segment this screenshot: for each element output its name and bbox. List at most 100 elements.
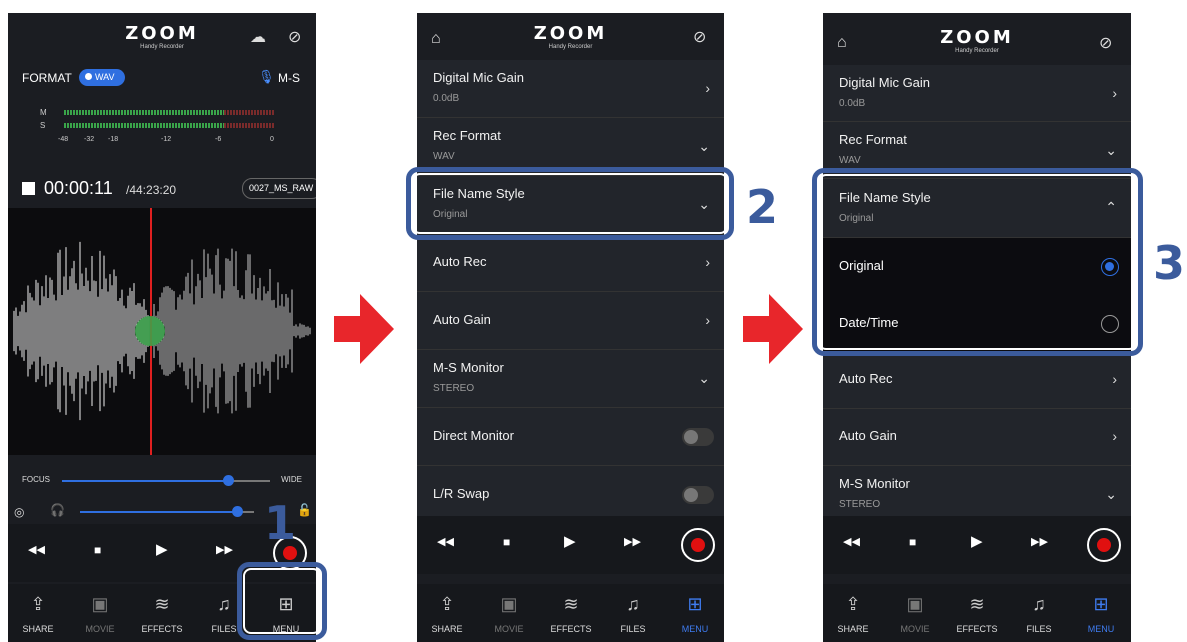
meter-channel-m: M	[40, 108, 47, 117]
fast-forward-button[interactable]: ▶▶	[216, 540, 233, 560]
menu-item-title: M-S Monitor	[839, 476, 910, 491]
stop-button[interactable]: ■	[94, 540, 101, 560]
recording-state-icon	[22, 182, 35, 195]
meter-bar-s-peak	[224, 123, 274, 128]
tab-effects[interactable]: ≋ EFFECTS	[132, 584, 192, 642]
tab-menu[interactable]: ⊞ MENU	[665, 584, 724, 642]
stop-button[interactable]: ■	[503, 532, 510, 552]
rotate-lock-icon[interactable]: ⊘	[693, 30, 706, 46]
fast-forward-button[interactable]: ▶▶	[1031, 532, 1048, 552]
step-3-highlight	[812, 168, 1143, 356]
tab-files[interactable]: ♫ FILES	[1009, 584, 1069, 642]
menu-item-auto-rec[interactable]: Auto Rec ›	[417, 234, 724, 292]
waveform-display[interactable]	[8, 208, 316, 455]
tab-label: SHARE	[22, 624, 54, 634]
menu-item-value: WAV	[839, 155, 861, 166]
menu-item-title: Direct Monitor	[433, 428, 514, 443]
remaining-time: /44:23:20	[126, 183, 177, 197]
menu-item-digital-mic-gain[interactable]: Digital Mic Gain 0.0dB ›	[823, 65, 1131, 122]
record-button[interactable]	[681, 528, 715, 562]
playhead-knob[interactable]	[135, 316, 165, 346]
tab-share[interactable]: ⇪ SHARE	[417, 584, 477, 642]
menu-item-auto-gain[interactable]: Auto Gain ›	[417, 292, 724, 350]
meter-bar-m-peak	[224, 110, 274, 115]
transport-bar: ◀◀ ■ ▶ ▶▶	[823, 516, 1131, 574]
stop-button[interactable]: ■	[909, 532, 916, 552]
wide-label: WIDE	[281, 475, 302, 484]
menu-item-direct-monitor: Direct Monitor	[417, 408, 724, 466]
chevron-down-icon: ⌄	[698, 370, 710, 386]
tab-files[interactable]: ♫ FILES	[603, 584, 663, 642]
menu-item-value: STEREO	[839, 499, 881, 510]
play-button[interactable]: ▶	[971, 532, 983, 552]
menu-item-digital-mic-gain[interactable]: Digital Mic Gain 0.0dB ›	[417, 60, 724, 118]
tab-share[interactable]: ⇪ SHARE	[823, 584, 883, 642]
meter-tick: -48	[58, 136, 69, 143]
share-icon: ⇪	[845, 594, 861, 614]
tab-effects[interactable]: ≋ EFFECTS	[947, 584, 1007, 642]
tab-share[interactable]: ⇪ SHARE	[8, 584, 68, 642]
menu-item-title: Auto Rec	[839, 371, 893, 386]
tab-movie[interactable]: ▣ MOVIE	[479, 584, 539, 642]
tab-menu[interactable]: ⊞ MENU	[1071, 584, 1131, 642]
tab-bar: ⇪ SHARE ▣ MOVIE ≋ EFFECTS ♫ FILES ⊞ MENU	[417, 584, 724, 642]
effects-icon: ≋	[969, 594, 985, 614]
rewind-button[interactable]: ◀◀	[28, 540, 45, 560]
step-1-number: 1	[264, 496, 297, 550]
zoom-logo: ZOOM	[940, 27, 1014, 48]
format-value: WAV	[95, 72, 115, 82]
meter-tick: -18	[108, 136, 119, 143]
meter-tick: 0	[270, 136, 274, 143]
lr-swap-toggle[interactable]	[682, 486, 714, 504]
play-button[interactable]: ▶	[156, 540, 168, 560]
file-name-badge[interactable]: 0027_MS_RAW	[242, 178, 316, 199]
menu-item-title: Auto Gain	[839, 428, 897, 443]
rewind-button[interactable]: ◀◀	[843, 532, 860, 552]
menu-item-auto-gain[interactable]: Auto Gain ›	[823, 409, 1131, 466]
rotate-lock-icon[interactable]: ⊘	[288, 30, 301, 46]
rotate-lock-icon[interactable]: ⊘	[1099, 36, 1112, 52]
menu-item-ms-monitor[interactable]: M-S Monitor STEREO ⌄	[417, 350, 724, 408]
focus-label: FOCUS	[22, 475, 50, 484]
menu-item-title: M-S Monitor	[433, 360, 504, 375]
volume-slider-thumb[interactable]	[231, 506, 243, 517]
tab-label: MENU	[681, 624, 709, 634]
record-button[interactable]	[1087, 528, 1121, 562]
fast-forward-button[interactable]: ▶▶	[624, 532, 641, 552]
focus-slider-thumb[interactable]	[223, 475, 235, 486]
tab-label: EFFECTS	[141, 624, 183, 634]
files-icon: ♫	[1032, 594, 1046, 614]
meter-channel-s: S	[40, 121, 46, 130]
tab-movie[interactable]: ▣ MOVIE	[70, 584, 130, 642]
tab-label: MOVIE	[494, 624, 524, 634]
cloud-icon[interactable]: ☁	[250, 30, 266, 46]
elapsed-time: 00:00:11	[44, 178, 113, 198]
format-toggle[interactable]: WAV	[79, 69, 125, 86]
menu-item-title: L/R Swap	[433, 486, 490, 501]
files-icon: ♫	[626, 594, 640, 614]
tab-effects[interactable]: ≋ EFFECTS	[541, 584, 601, 642]
airplay-icon[interactable]: ◎	[14, 505, 24, 519]
chevron-right-icon: ›	[1112, 371, 1117, 387]
tab-movie[interactable]: ▣ MOVIE	[885, 584, 945, 642]
direct-monitor-toggle[interactable]	[682, 428, 714, 446]
chevron-right-icon: ›	[705, 254, 710, 270]
brand-header: ZOOM Handy Recorder	[8, 25, 316, 51]
brand-tagline: Handy Recorder	[955, 48, 999, 54]
tab-bar: ⇪ SHARE ▣ MOVIE ≋ EFFECTS ♫ FILES ⊞ MENU	[823, 584, 1131, 642]
play-button[interactable]: ▶	[564, 532, 576, 552]
tab-label: MENU	[1087, 624, 1115, 634]
meter-bar-s	[64, 123, 224, 128]
menu-item-auto-rec[interactable]: Auto Rec ›	[823, 352, 1131, 409]
arrow-right-icon	[334, 294, 394, 364]
brand-tagline: Handy Recorder	[140, 44, 184, 50]
mic-mode: M-S	[278, 71, 300, 85]
rewind-button[interactable]: ◀◀	[437, 532, 454, 552]
menu-screen: ⌂ ZOOM Handy Recorder ⊘ Digital Mic Gain…	[417, 13, 724, 642]
menu-item-ms-monitor[interactable]: M-S Monitor STEREO ⌄	[823, 466, 1131, 523]
unlock-icon[interactable]: 🔓	[297, 503, 312, 517]
step-2-highlight	[406, 167, 734, 240]
menu-item-title: Digital Mic Gain	[839, 75, 931, 90]
tab-label: MOVIE	[900, 624, 930, 634]
volume-fill	[80, 511, 237, 513]
